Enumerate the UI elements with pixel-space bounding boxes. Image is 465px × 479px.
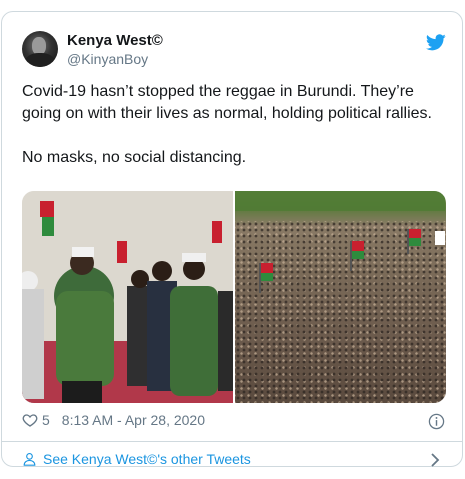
twitter-bird-icon[interactable]	[426, 34, 446, 51]
like-count[interactable]: 5	[42, 412, 50, 428]
tweet-timestamp[interactable]: 8:13 AM - Apr 28, 2020	[62, 412, 205, 428]
tweet-text: Covid-19 hasn’t stopped the reggae in Bu…	[22, 81, 447, 169]
avatar-body	[25, 53, 55, 67]
photo-rally-leaders-scene	[22, 191, 233, 403]
chevron-right-icon[interactable]	[430, 453, 440, 467]
tweet-meta: 5 8:13 AM - Apr 28, 2020	[22, 412, 205, 428]
author-handle[interactable]: @KinyanBoy	[67, 51, 148, 67]
photo-rally-leaders[interactable]	[22, 191, 233, 403]
see-other-tweets-link[interactable]: See Kenya West©'s other Tweets	[43, 451, 251, 467]
info-icon[interactable]	[428, 413, 445, 430]
tweet-text-line1: Covid-19 hasn’t stopped the reggae in Bu…	[22, 83, 432, 122]
photo-rally-crowd-flags	[235, 191, 445, 293]
avatar[interactable]	[22, 31, 58, 67]
footer-divider	[2, 441, 462, 442]
author-name[interactable]: Kenya West©	[67, 32, 163, 49]
footer-link[interactable]: See Kenya West©'s other Tweets	[22, 451, 251, 467]
user-icon	[23, 452, 36, 466]
photo-rally-crowd[interactable]	[235, 191, 446, 403]
heart-icon[interactable]	[22, 412, 38, 428]
embedded-tweet-card: Kenya West© @KinyanBoy Covid-19 hasn’t s…	[1, 11, 463, 467]
tweet-media[interactable]	[22, 191, 446, 403]
tweet-text-line2: No masks, no social distancing.	[22, 149, 247, 166]
